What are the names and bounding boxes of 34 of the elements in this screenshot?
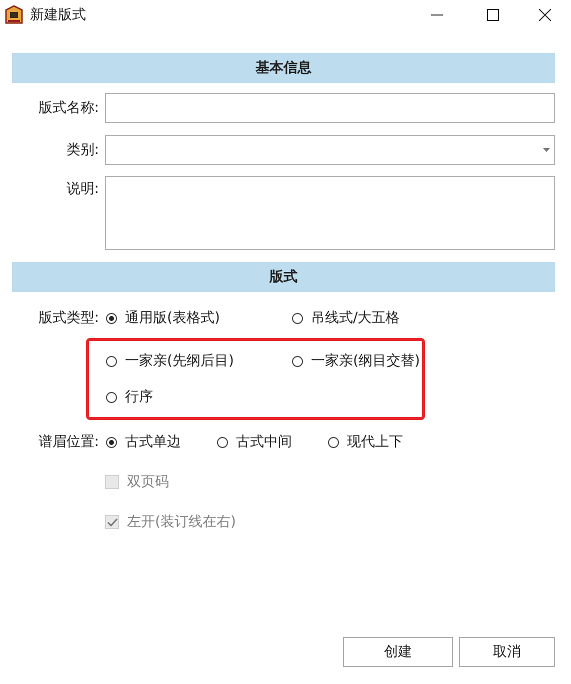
caret-icon	[543, 148, 550, 152]
field-label: 版式名称:	[37, 99, 100, 118]
radio-label[interactable]: 行序	[125, 388, 153, 406]
radio-button[interactable]	[292, 356, 303, 366]
section-header: 版式	[12, 262, 555, 292]
radio-label[interactable]: 吊线式/大五格	[311, 309, 400, 327]
radio-label[interactable]: 古式单边	[125, 433, 181, 451]
radio-label[interactable]: 古式中间	[236, 433, 292, 451]
radio-button[interactable]	[106, 356, 117, 366]
radio-button[interactable]	[328, 436, 339, 448]
checkbox-label: 左开(装订线在右)	[127, 513, 236, 531]
input-field[interactable]	[105, 93, 555, 123]
radio-button[interactable]	[106, 392, 117, 402]
field-label: 类别:	[65, 141, 100, 160]
field-label: 说明:	[65, 180, 100, 199]
radio-button[interactable]	[292, 312, 303, 324]
radio-label[interactable]: 通用版(表格式)	[125, 309, 220, 327]
checkbox-label: 双页码	[127, 473, 169, 491]
dialog-button[interactable]: 取消	[459, 637, 555, 667]
dialog-button[interactable]: 创建	[343, 637, 453, 667]
radio-button[interactable]	[217, 436, 228, 448]
section-header: 基本信息	[12, 53, 555, 83]
maximize-icon[interactable]	[487, 9, 499, 21]
group-label: 版式类型:	[37, 309, 100, 328]
close-icon[interactable]	[539, 9, 551, 21]
app-logo-icon	[4, 5, 24, 25]
window-title: 新建版式	[30, 6, 86, 24]
dropdown-field[interactable]	[105, 135, 555, 165]
radio-button[interactable]	[106, 436, 117, 448]
radio-label[interactable]: 一家亲(纲目交替)	[311, 352, 420, 370]
radio-button[interactable]	[106, 312, 117, 324]
group-label: 谱眉位置:	[37, 433, 100, 452]
radio-label[interactable]: 一家亲(先纲后目)	[125, 352, 234, 370]
radio-label[interactable]: 现代上下	[347, 433, 403, 451]
